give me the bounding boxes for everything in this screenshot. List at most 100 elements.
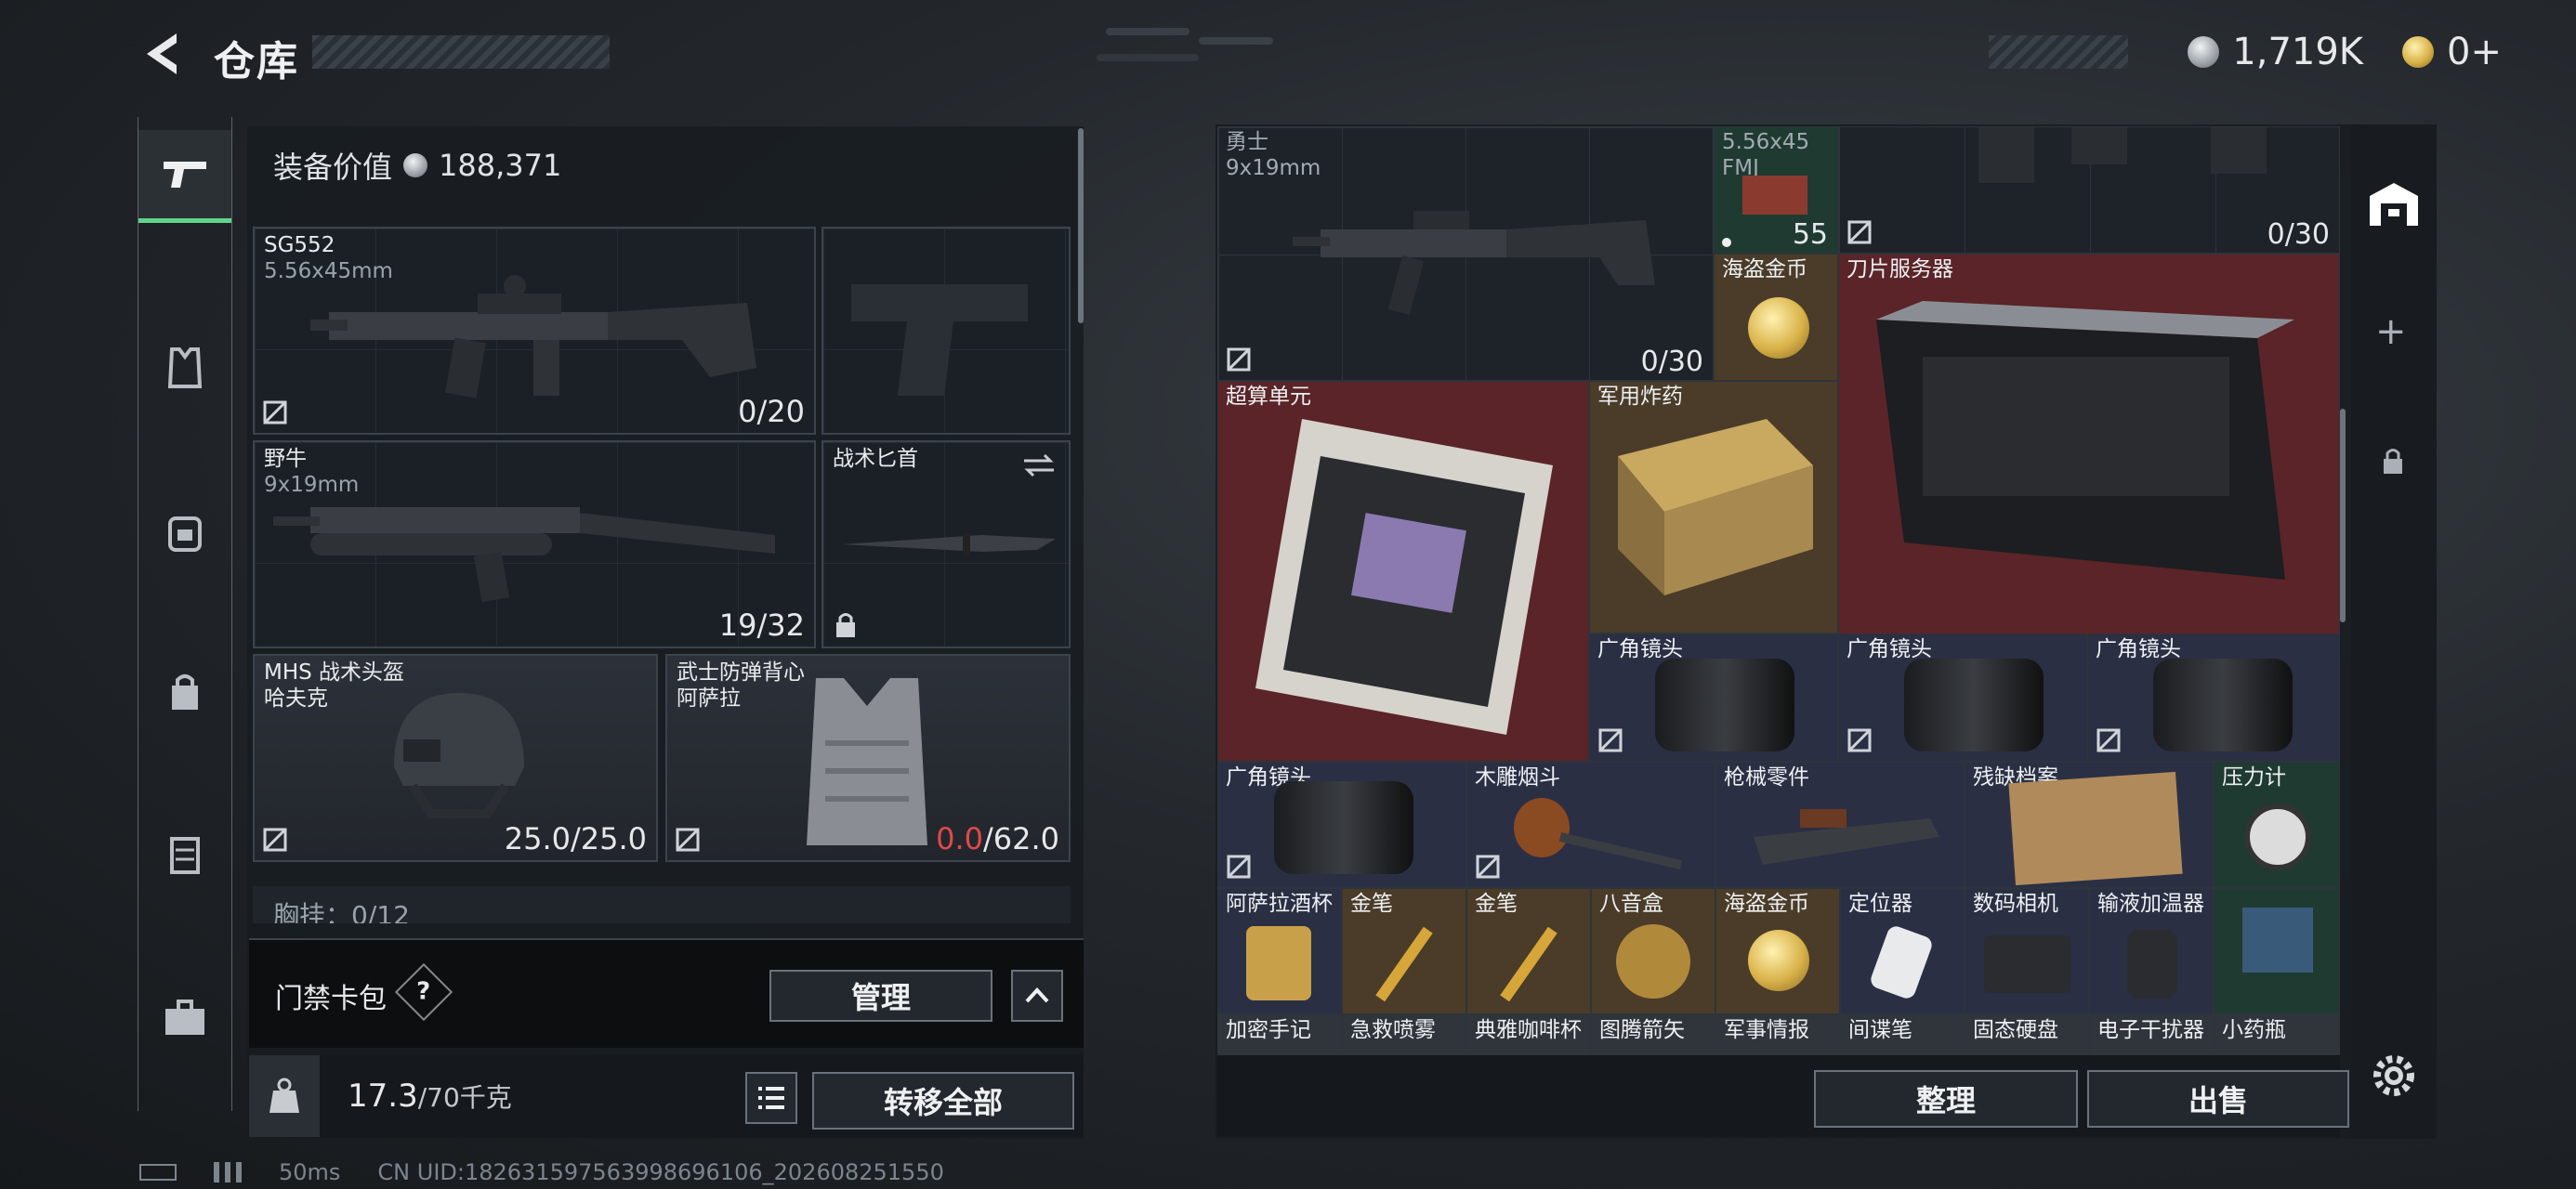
pipe-icon bbox=[1514, 798, 1683, 869]
equipment-value: 装备价值 188,371 bbox=[273, 144, 561, 187]
lens-icon bbox=[2153, 659, 2293, 751]
stash-item[interactable]: 图腾箭矢 bbox=[1591, 1014, 1715, 1055]
no-insure-icon bbox=[1227, 347, 1251, 372]
nav-bag[interactable] bbox=[138, 647, 231, 739]
item-label: 加密手记 bbox=[1226, 1018, 1311, 1042]
primary-weapon-slot[interactable]: SG552 5.56x45mm 0/20 bbox=[253, 227, 816, 435]
secondary-weapon-slot[interactable]: 野牛 9x19mm 19/32 bbox=[253, 440, 816, 648]
nav-case[interactable] bbox=[138, 972, 231, 1065]
bg-decor bbox=[1097, 54, 1199, 61]
stash-item[interactable]: 典雅咖啡杯 bbox=[1466, 1014, 1591, 1055]
bag-icon bbox=[172, 674, 198, 710]
loadout-scrollbar[interactable] bbox=[1078, 128, 1084, 323]
stash-item[interactable]: 广角镜头 bbox=[2087, 634, 2340, 762]
music-box-icon bbox=[1616, 924, 1690, 999]
document-icon bbox=[2008, 771, 2183, 886]
manage-button[interactable]: 管理 bbox=[769, 970, 992, 1022]
melee-slot[interactable]: 战术匕首 bbox=[821, 440, 1071, 648]
keycard-bar: 门禁卡包 ? 管理 bbox=[249, 938, 1084, 1048]
stash-item[interactable]: 急救喷雾 bbox=[1342, 1014, 1466, 1055]
stash-item[interactable]: 刀片服务器 bbox=[1838, 254, 2340, 634]
stash-scrollbar[interactable] bbox=[2340, 409, 2346, 622]
rig-icon bbox=[170, 837, 200, 874]
stash-item[interactable]: 木雕烟斗 bbox=[1466, 762, 1715, 888]
no-insure-icon bbox=[676, 828, 700, 852]
weight-icon bbox=[249, 1055, 320, 1137]
ammo-count: 0/20 bbox=[738, 394, 805, 429]
stash-item[interactable]: 间谍笔 bbox=[1840, 1014, 1965, 1055]
list-view-button[interactable] bbox=[745, 1072, 797, 1124]
gun-parts-icon bbox=[1754, 809, 1939, 865]
sell-button[interactable]: 出售 bbox=[2087, 1070, 2349, 1128]
value-amount: 188,371 bbox=[439, 148, 562, 183]
pen-icon bbox=[1375, 926, 1433, 1002]
pistol-placeholder-icon bbox=[851, 284, 1028, 396]
stash-item[interactable]: 固态硬盘 bbox=[1965, 1014, 2089, 1055]
nav-armor[interactable] bbox=[138, 321, 231, 414]
stash-item[interactable]: 5.56x45 FMJ 55 bbox=[1714, 126, 1838, 254]
helmet-slot[interactable]: MHS 战术头盔 哈夫克 25.0/25.0 bbox=[253, 654, 658, 862]
stash-item[interactable]: 勇士 9x19mm 0/30 bbox=[1217, 126, 1714, 381]
stash-item[interactable] bbox=[2214, 888, 2340, 1014]
stash-item[interactable]: 输液加温器 bbox=[2089, 888, 2214, 1014]
nav-backpack[interactable] bbox=[138, 485, 231, 578]
server-icon bbox=[1876, 301, 2294, 580]
item-label: 典雅咖啡杯 bbox=[1475, 1018, 1582, 1042]
stash-item[interactable]: 海盗金币 bbox=[1715, 888, 1840, 1014]
armor-slot[interactable]: 武士防弹背心 阿萨拉 0.0/62.0 bbox=[665, 654, 1071, 862]
stash-item[interactable]: 军用炸药 bbox=[1589, 381, 1838, 634]
nav-rig[interactable] bbox=[138, 808, 231, 901]
stash-item[interactable]: 枪械零件 bbox=[1715, 762, 1965, 888]
weapon-part-icon bbox=[2071, 127, 2127, 164]
sidearm-slot[interactable] bbox=[821, 227, 1071, 435]
stash-item[interactable]: 八音盒 bbox=[1591, 888, 1715, 1014]
gold-amount[interactable]: 0+ bbox=[2447, 31, 2502, 73]
stash-item[interactable]: 数码相机 bbox=[1965, 888, 2089, 1014]
swap-icon[interactable] bbox=[1020, 451, 1058, 479]
stash-item[interactable]: 金笔 bbox=[1466, 888, 1591, 1014]
stash-item[interactable]: 阿萨拉酒杯 bbox=[1217, 888, 1342, 1014]
nav-weapons[interactable] bbox=[138, 130, 231, 223]
no-insure-icon bbox=[263, 828, 287, 852]
signal-icon bbox=[214, 1162, 242, 1182]
weight-value: 17.3/70千克 bbox=[348, 1078, 512, 1115]
gold-coin-icon bbox=[2402, 36, 2435, 68]
back-icon[interactable] bbox=[139, 28, 186, 80]
stash-tab-main[interactable] bbox=[2351, 162, 2437, 245]
stash-item[interactable]: 定位器 bbox=[1840, 888, 1965, 1014]
stash-item[interactable]: 小药瓶 bbox=[2214, 1014, 2340, 1055]
melee-label: 战术匕首 bbox=[833, 447, 918, 471]
transfer-all-button[interactable]: 转移全部 bbox=[812, 1072, 1074, 1130]
chest-rig-row[interactable]: 胸挂：0/12 bbox=[253, 886, 1071, 923]
lens-icon bbox=[1655, 659, 1794, 751]
lock-icon[interactable] bbox=[2381, 446, 2405, 476]
case-icon bbox=[165, 1000, 204, 1035]
stash-item[interactable]: 加密手记 bbox=[1217, 1014, 1342, 1055]
ping-text: 50ms bbox=[279, 1159, 341, 1185]
lock-icon bbox=[836, 613, 855, 637]
stash-item[interactable]: 广角镜头 bbox=[1838, 634, 2087, 762]
stash-item[interactable]: 0/30 bbox=[1838, 126, 2340, 254]
settings-gear-icon[interactable] bbox=[2368, 1050, 2420, 1102]
stash-item[interactable]: 军事情报 bbox=[1715, 1014, 1840, 1055]
stash-item[interactable]: 广角镜头 bbox=[1217, 762, 1466, 888]
ammo-box-icon bbox=[1742, 176, 1807, 215]
item-label: 军事情报 bbox=[1724, 1018, 1809, 1042]
coin-icon bbox=[1748, 297, 1809, 359]
stash-item[interactable]: 广角镜头 bbox=[1589, 634, 1838, 762]
list-icon bbox=[758, 1087, 784, 1109]
help-icon[interactable]: ? bbox=[394, 962, 453, 1022]
weapon-part-icon bbox=[1978, 127, 2034, 183]
stash-item[interactable]: 压力计 bbox=[2214, 762, 2340, 888]
sort-button[interactable]: 整理 bbox=[1814, 1070, 2078, 1128]
category-nav bbox=[138, 117, 232, 1111]
stash-item[interactable]: 超算单元 bbox=[1217, 381, 1589, 762]
stash-item[interactable]: 残缺档案 bbox=[1965, 762, 2214, 888]
no-insure-icon bbox=[1476, 855, 1500, 879]
stash-item[interactable]: 金笔 bbox=[1342, 888, 1466, 1014]
stash-item[interactable]: 海盗金币 bbox=[1714, 254, 1838, 381]
page-title: 仓库 bbox=[214, 38, 299, 85]
stash-item[interactable]: 电子干扰器 bbox=[2089, 1014, 2214, 1055]
collapse-button[interactable] bbox=[1011, 970, 1063, 1022]
add-tab-icon[interactable]: + bbox=[2375, 310, 2407, 353]
